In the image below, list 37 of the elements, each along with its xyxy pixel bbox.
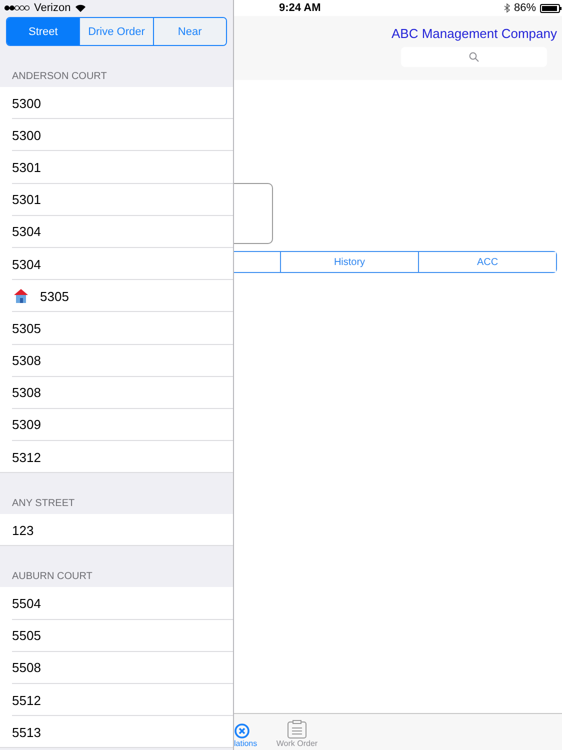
address-number[interactable]: 5513 (12, 724, 41, 740)
address-number[interactable]: 5305 (12, 320, 41, 336)
address-number[interactable]: 5504 (12, 596, 41, 612)
address-number[interactable]: 5508 (12, 660, 41, 676)
section-header: ANDERSON COURT (11, 70, 108, 84)
carrier-name: Verizon (34, 2, 71, 14)
address-number[interactable]: 123 (12, 522, 34, 538)
clipboard-icon (287, 720, 307, 739)
address-number[interactable]: 5300 (12, 128, 41, 143)
sort-tab[interactable]: Street (7, 18, 80, 45)
detail-tab[interactable]: ACC (418, 252, 556, 272)
address-number[interactable]: 5304 (12, 256, 41, 272)
info-card (234, 183, 273, 244)
address-number[interactable]: 5301 (12, 192, 41, 208)
close-icon (234, 723, 250, 739)
wifi-icon (74, 4, 86, 12)
section-header: ANY STREET (11, 496, 76, 511)
search-field[interactable] (401, 47, 547, 67)
address-number[interactable]: 5308 (12, 385, 41, 400)
house-icon (12, 288, 30, 304)
section-header: AUBURN COURT (11, 570, 94, 584)
address-number[interactable]: 5301 (12, 160, 41, 175)
clock-time: 9:24 AM (279, 2, 321, 14)
address-number[interactable]: 5505 (12, 628, 41, 644)
signal-icon (4, 5, 30, 11)
address-number[interactable]: 5308 (12, 353, 41, 368)
battery-icon (540, 4, 562, 12)
address-number[interactable]: 5312 (12, 450, 41, 465)
bluetooth-icon (504, 3, 510, 13)
search-icon (469, 52, 479, 62)
address-number[interactable]: 5304 (12, 224, 41, 240)
address-number[interactable]: 5512 (12, 692, 41, 708)
battery-percent: 86% (514, 2, 536, 14)
address-number[interactable]: 5300 (12, 96, 41, 111)
company-title: ABC Management Company (392, 26, 557, 41)
address-number[interactable]: 5305 (40, 288, 69, 304)
address-number[interactable]: 5309 (12, 417, 41, 432)
